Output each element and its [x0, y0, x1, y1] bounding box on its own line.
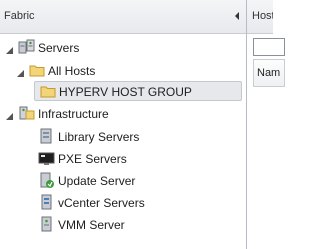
column-header-name[interactable]: Nam: [253, 59, 285, 87]
tree-node-all-hosts[interactable]: All Hosts: [0, 61, 240, 81]
fabric-navigation-pane: Fabric Servers All Hosts HYPERV HOST GRO…: [0, 0, 246, 249]
tree-node-label: VMM Server: [58, 218, 125, 232]
hosts-pane-title: Host: [252, 10, 273, 22]
servers-icon: [18, 39, 35, 56]
hosts-pane-header: Host: [247, 0, 273, 34]
infrastructure-icon: [18, 105, 35, 122]
tree-node-hyperv-host-group[interactable]: HYPERV HOST GROUP: [34, 82, 242, 102]
pxe-server-icon: [38, 150, 55, 167]
vcenter-server-icon: [38, 194, 55, 211]
folder-icon: [29, 62, 46, 79]
tree-node-label: PXE Servers: [58, 152, 127, 166]
pane-title: Fabric: [4, 10, 35, 22]
tree-node-label: vCenter Servers: [58, 196, 145, 210]
tree-node-pxe-servers[interactable]: PXE Servers: [0, 149, 240, 169]
tree-node-vmm-server[interactable]: VMM Server: [0, 215, 240, 235]
folder-icon: [40, 83, 57, 100]
tree-node-label: Servers: [38, 41, 80, 55]
tree-node-label: Infrastructure: [38, 107, 109, 121]
vmm-server-icon: [38, 216, 55, 233]
collapse-pane-icon[interactable]: [232, 10, 242, 22]
tree-node-vcenter-servers[interactable]: vCenter Servers: [0, 193, 240, 213]
update-server-icon: [38, 172, 55, 189]
column-header-label: Nam: [257, 67, 281, 79]
library-server-icon: [38, 128, 55, 145]
tree-node-library-servers[interactable]: Library Servers: [0, 127, 240, 147]
tree-node-infrastructure[interactable]: Infrastructure: [0, 104, 240, 124]
expanded-triangle-icon[interactable]: [16, 67, 25, 77]
tree-node-label: Update Server: [58, 174, 136, 188]
tree-node-servers[interactable]: Servers: [0, 38, 240, 58]
tree-node-label: Library Servers: [58, 130, 140, 144]
pane-header: Fabric: [0, 0, 246, 34]
tree-node-update-server[interactable]: Update Server: [0, 171, 240, 191]
hosts-pane: Host Nam: [247, 0, 285, 249]
search-input[interactable]: [253, 38, 285, 56]
expanded-triangle-icon[interactable]: [5, 110, 14, 120]
tree-node-label: All Hosts: [48, 64, 96, 78]
tree-node-label: HYPERV HOST GROUP: [59, 85, 192, 99]
expanded-triangle-icon[interactable]: [5, 44, 14, 54]
